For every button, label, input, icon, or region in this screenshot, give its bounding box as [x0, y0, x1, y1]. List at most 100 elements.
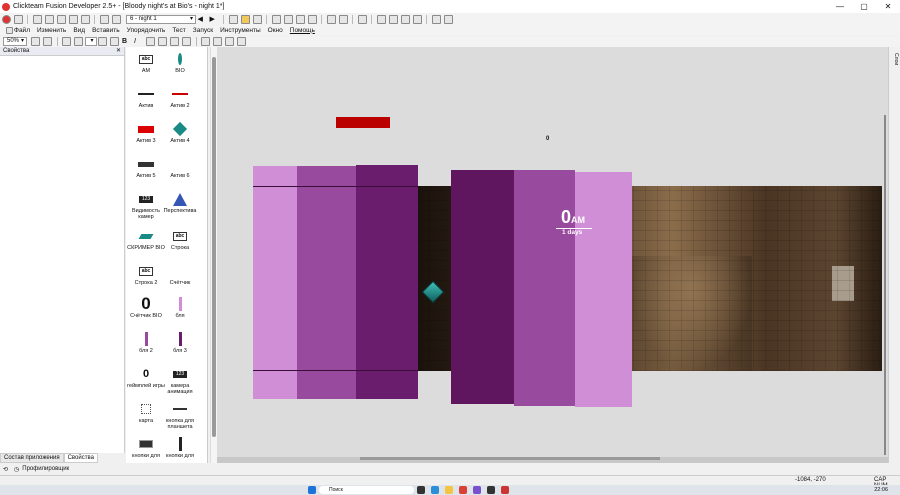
menu-arrange[interactable]: Упорядочить	[127, 27, 166, 34]
align-center-icon[interactable]	[158, 37, 167, 46]
object-item[interactable]: Счётчик	[160, 264, 200, 286]
record-icon[interactable]	[13, 14, 23, 24]
open-folder-icon[interactable]	[240, 14, 250, 24]
menu-help[interactable]: Помощь	[290, 27, 315, 34]
color-icon[interactable]	[225, 37, 234, 46]
night-clock[interactable]: 0AM 1 days	[556, 207, 592, 236]
menu-edit[interactable]: Изменить	[37, 27, 66, 34]
snap-icon[interactable]	[43, 37, 52, 46]
menu-view[interactable]: Вид	[73, 27, 85, 34]
send-back-icon[interactable]	[213, 37, 222, 46]
undo-icon[interactable]	[326, 14, 336, 24]
taskbar-search[interactable]: Поиск	[319, 486, 414, 494]
fusion-icon[interactable]	[501, 486, 509, 494]
object-item[interactable]: Актив 2	[160, 87, 200, 109]
zoom-fit-icon[interactable]	[237, 37, 246, 46]
layers-icon[interactable]	[62, 37, 71, 46]
minimize-button[interactable]: —	[828, 2, 852, 11]
start-icon[interactable]	[308, 486, 316, 494]
stop-icon[interactable]	[1, 14, 11, 24]
menu-text[interactable]: Тест	[172, 27, 185, 34]
frame-select[interactable]: 6 - night 1	[126, 14, 196, 24]
window-icon[interactable]	[388, 14, 398, 24]
copy-icon[interactable]	[283, 14, 293, 24]
data-elements-icon[interactable]	[80, 14, 90, 24]
help-icon[interactable]	[357, 14, 367, 24]
object-item[interactable]: 123 камера анимация	[160, 367, 200, 395]
menu-insert[interactable]: Вставить	[92, 27, 120, 34]
storyboard-icon[interactable]	[32, 14, 42, 24]
scissors-icon[interactable]	[271, 14, 281, 24]
bold-icon[interactable]: B	[122, 37, 131, 46]
paste-icon[interactable]	[295, 14, 305, 24]
menu-window[interactable]: Окно	[268, 27, 283, 34]
object-item[interactable]: Актив 4	[160, 121, 200, 144]
font-select[interactable]	[84, 37, 97, 46]
justify-icon[interactable]	[182, 37, 191, 46]
stop-square-icon[interactable]	[412, 14, 422, 24]
delete-icon[interactable]	[307, 14, 317, 24]
close-panel-icon[interactable]: ✕	[116, 47, 121, 56]
horizontal-scrollbar[interactable]	[360, 457, 660, 460]
small-counter[interactable]: 0	[546, 136, 549, 142]
object-item[interactable]: BIO	[160, 52, 200, 74]
menu-tools[interactable]: Инструменты	[220, 27, 261, 34]
profiler-label[interactable]: Профилировщик	[22, 466, 69, 472]
event-editor-icon[interactable]	[56, 14, 66, 24]
object-item[interactable]: abc Строка	[160, 229, 200, 251]
layout-icon[interactable]	[376, 14, 386, 24]
maximize-button[interactable]: ▢	[852, 2, 876, 11]
menu-run[interactable]: Запуск	[193, 27, 213, 34]
grid-icon[interactable]	[99, 14, 109, 24]
door-left-panel-1[interactable]	[253, 166, 297, 399]
next-frame-icon[interactable]: ▶	[210, 15, 219, 24]
scroll-thumb[interactable]	[212, 57, 216, 437]
frame-canvas[interactable]: 0 0AM 1 days	[217, 47, 888, 457]
layers-strip[interactable]: Слои	[888, 47, 900, 463]
layers-tab[interactable]: Слои	[890, 53, 899, 65]
properties-panel[interactable]: Свойства ✕	[0, 47, 125, 453]
door-right-panel-1[interactable]	[451, 170, 514, 404]
red-health-bar[interactable]	[336, 117, 390, 128]
italic-icon[interactable]: I	[134, 37, 143, 46]
object-item[interactable]: бля	[160, 297, 200, 319]
new-file-icon[interactable]	[228, 14, 238, 24]
object-item[interactable]: кнопки для	[160, 437, 200, 459]
zoom-select[interactable]: 50%	[3, 37, 27, 46]
door-left-panel-2[interactable]	[297, 166, 356, 399]
object-item[interactable]: Актив 6	[160, 157, 200, 179]
tab-workspace[interactable]: Состав приложения	[0, 453, 64, 463]
frame-editor-icon[interactable]	[44, 14, 54, 24]
run-application-icon[interactable]	[431, 14, 441, 24]
vertical-scrollbar[interactable]	[884, 115, 886, 455]
run-frame-icon[interactable]	[443, 14, 453, 24]
bring-front-icon[interactable]	[201, 37, 210, 46]
edge-icon[interactable]	[431, 486, 439, 494]
align-right-icon[interactable]	[170, 37, 179, 46]
image-icon[interactable]	[98, 37, 107, 46]
explorer-icon[interactable]	[445, 486, 453, 494]
redo-icon[interactable]	[338, 14, 348, 24]
close-button[interactable]: ✕	[876, 2, 900, 11]
save-icon[interactable]	[252, 14, 262, 24]
door-right-panel-2[interactable]	[514, 170, 575, 406]
frame-editor[interactable]: 0 0AM 1 days	[217, 47, 888, 463]
object-item[interactable]: Перспектива	[160, 192, 200, 214]
align-icon[interactable]	[110, 37, 119, 46]
dropdown-icon[interactable]	[400, 14, 410, 24]
text-icon[interactable]	[74, 37, 83, 46]
object-list-scrollbar[interactable]	[210, 47, 217, 463]
taskbar-clock[interactable]: 22:06	[874, 487, 888, 493]
chrome-icon[interactable]	[459, 486, 467, 494]
prev-frame-icon[interactable]: ◀	[198, 15, 207, 24]
object-item[interactable]: бля 3	[160, 332, 200, 354]
grid-toggle-icon[interactable]	[31, 37, 40, 46]
task-view-icon[interactable]	[417, 486, 425, 494]
event-list-icon[interactable]	[68, 14, 78, 24]
clock-icon[interactable]: ◷	[14, 466, 19, 473]
menu-file[interactable]: Файл	[14, 27, 30, 34]
door-left-panel-3[interactable]	[356, 165, 418, 399]
steam-icon[interactable]	[487, 486, 495, 494]
object-list[interactable]: abc AM BIO Актив Актив 2 Актив 3 Актив 4…	[126, 47, 208, 463]
object-item[interactable]: кнопка для планшета	[160, 402, 200, 430]
